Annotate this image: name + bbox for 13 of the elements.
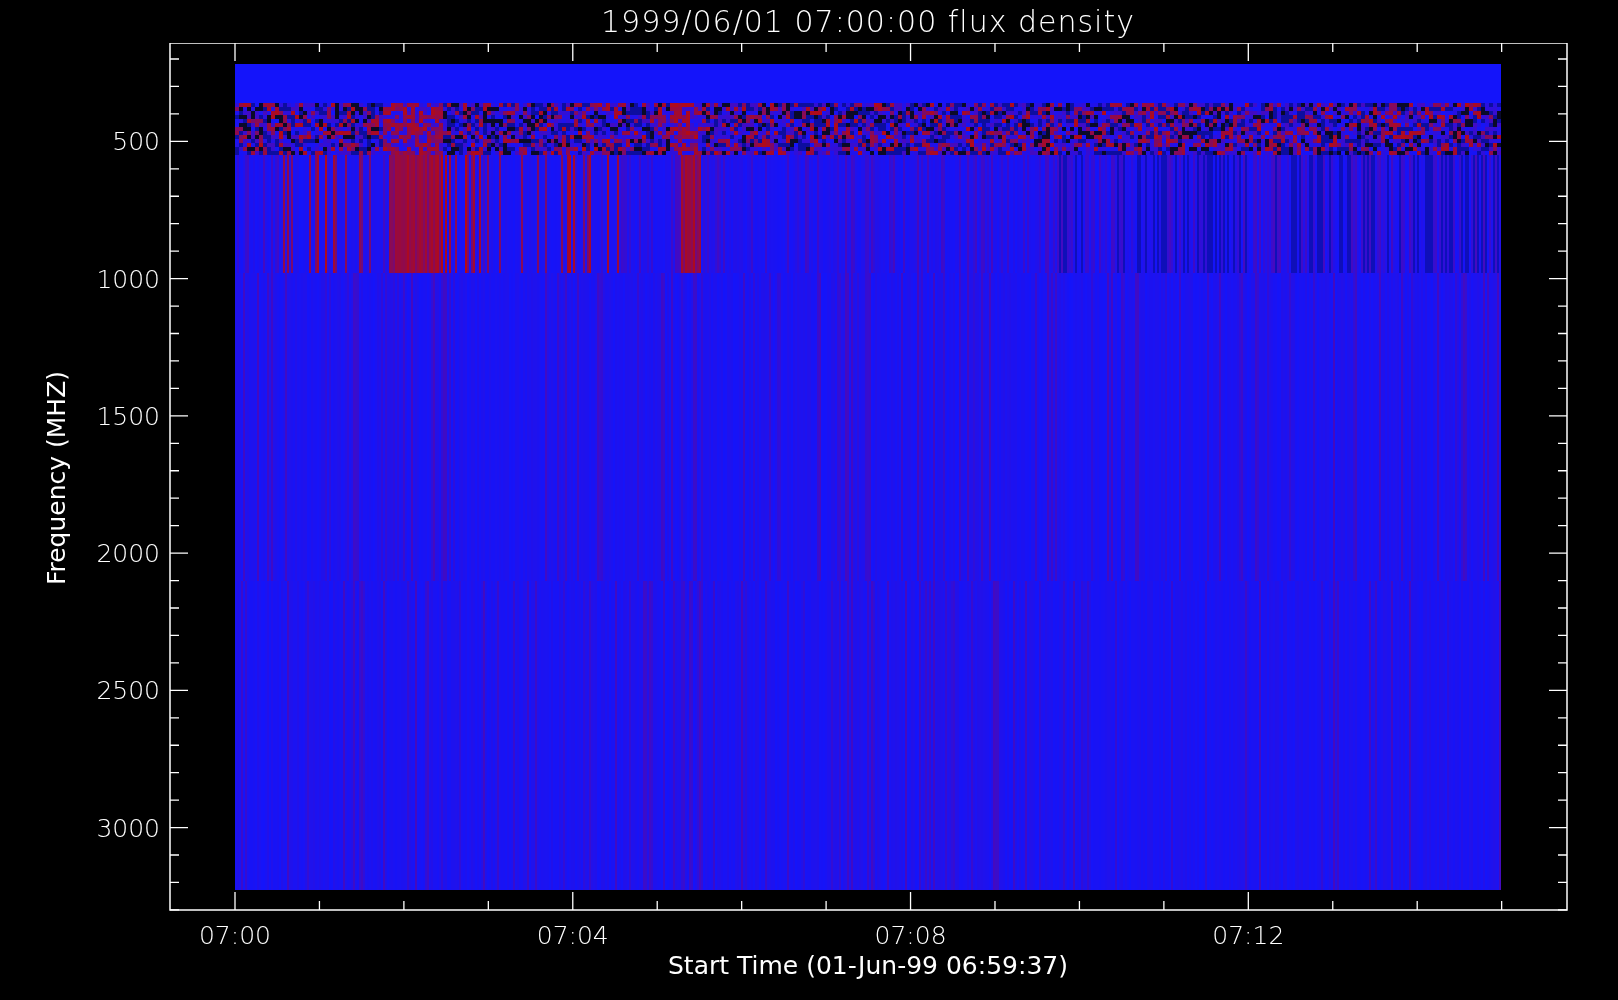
axis-title: Frequency (MHZ) xyxy=(42,370,71,586)
axis-tick-label: 1000 xyxy=(96,264,160,294)
axis-tick-label: 2000 xyxy=(96,539,160,569)
axis-tick-label: 1500 xyxy=(96,401,160,431)
axis-tick-label: 2500 xyxy=(96,676,160,706)
axis-tick-label: 07:08 xyxy=(874,921,947,950)
axis-tick-label: 500 xyxy=(112,127,160,157)
axis-tick-label: 07:04 xyxy=(536,921,609,950)
axis-title: Start Time (01-Jun-99 06:59:37) xyxy=(668,951,1068,980)
axis-tick-label: 3000 xyxy=(96,813,160,843)
plot-title: 1999/06/01 07:00:00 flux density xyxy=(601,4,1135,39)
axis-tick-label: 07:12 xyxy=(1212,921,1285,950)
axis-tick-label: 07:00 xyxy=(199,921,271,950)
